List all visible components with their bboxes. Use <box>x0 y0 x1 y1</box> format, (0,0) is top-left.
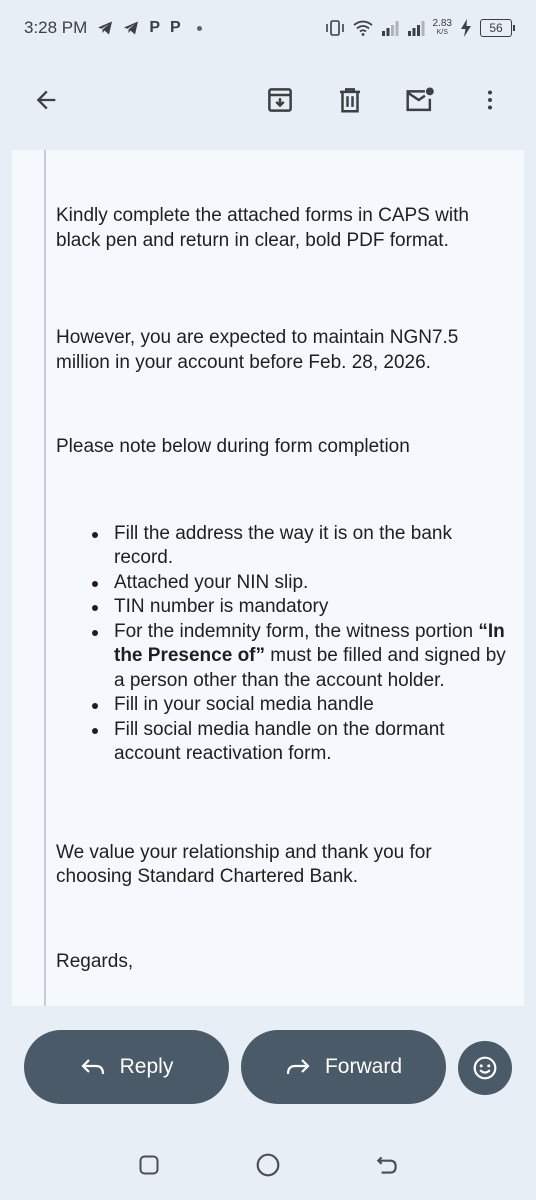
list-item: Attached your NIN slip. <box>92 571 506 596</box>
list-item: For the indemnity form, the witness port… <box>92 620 506 694</box>
arrow-back-icon <box>36 90 56 110</box>
reply-icon <box>81 1059 104 1075</box>
status-bar: 3:28 PM P P 2.83 K/S 56 <box>0 0 536 56</box>
archive-button[interactable] <box>260 80 300 120</box>
home-icon <box>256 1153 280 1177</box>
status-time: 3:28 PM <box>24 18 88 37</box>
quote-divider <box>44 150 46 1006</box>
recents-icon <box>139 1155 159 1175</box>
mail-unread-icon <box>406 87 434 112</box>
notification-p-icon: P <box>169 19 181 36</box>
signal-icon <box>407 21 425 36</box>
email-body: Kindly complete the attached forms in CA… <box>56 204 506 974</box>
back-nav-icon <box>376 1156 397 1174</box>
list-item: TIN number is mandatory <box>92 595 506 620</box>
signal-icon <box>381 21 399 36</box>
more-vert-icon <box>488 90 492 110</box>
email-paragraph: Kindly complete the attached forms in CA… <box>56 205 469 251</box>
forward-button[interactable]: Forward <box>241 1030 446 1104</box>
system-nav-bar <box>0 1140 536 1190</box>
emoji-icon <box>473 1056 497 1080</box>
email-paragraph: Please note below during form completion <box>56 436 410 457</box>
bottom-action-bar: Reply Forward <box>0 1030 536 1106</box>
telegram-icon <box>124 21 139 35</box>
forward-icon <box>286 1059 310 1075</box>
reply-button[interactable]: Reply <box>24 1030 229 1104</box>
recents-button[interactable] <box>129 1145 169 1185</box>
trash-icon <box>340 88 360 113</box>
email-body-card: Kindly complete the attached forms in CA… <box>12 150 524 1006</box>
back-nav-button[interactable] <box>367 1145 407 1185</box>
archive-icon <box>268 88 292 112</box>
react-emoji-button[interactable] <box>458 1041 512 1095</box>
email-signoff: Regards, <box>56 950 134 972</box>
more-notifications-dot-icon <box>196 25 202 31</box>
network-speed: 2.83 K/S <box>433 19 452 37</box>
home-button[interactable] <box>248 1145 288 1185</box>
vibrate-icon <box>325 20 344 36</box>
telegram-icon <box>98 21 113 35</box>
more-options-button[interactable] <box>470 80 510 120</box>
battery-indicator: 56 <box>480 19 515 37</box>
charging-icon <box>461 19 471 37</box>
back-button[interactable] <box>26 80 66 120</box>
network-speed-value: 2.83 <box>432 18 452 29</box>
reply-label: Reply <box>119 1055 174 1078</box>
forward-label: Forward <box>324 1055 403 1078</box>
mark-unread-button[interactable] <box>400 80 440 120</box>
list-item: Fill social media handle on the dormant … <box>92 718 506 767</box>
wifi-icon <box>352 20 373 36</box>
top-app-bar <box>0 64 536 136</box>
list-item: Fill the address the way it is on the ba… <box>92 522 506 571</box>
email-paragraph: However, you are expected to maintain NG… <box>56 327 459 373</box>
list-item: Fill in your social media handle <box>92 693 506 718</box>
email-paragraph: We value your relationship and thank you… <box>56 841 432 888</box>
instruction-list: Fill the address the way it is on the ba… <box>56 522 506 767</box>
delete-button[interactable] <box>330 80 370 120</box>
notification-p-icon: P <box>149 19 160 36</box>
network-speed-unit: K/S <box>436 29 448 36</box>
list-item-text: For the indemnity form, the witness port… <box>114 620 479 642</box>
